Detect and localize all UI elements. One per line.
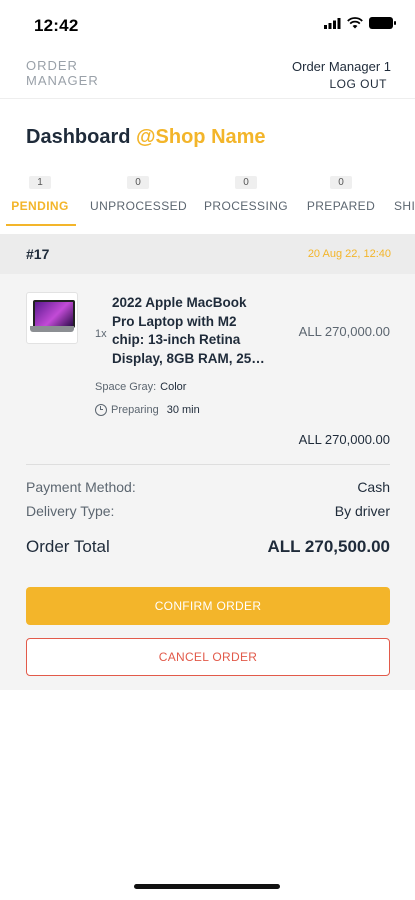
order-header: #17 20 Aug 22, 12:40	[0, 234, 415, 274]
cancel-order-button[interactable]: CANCEL ORDER	[26, 638, 390, 676]
active-tab-indicator	[6, 224, 76, 226]
line-total: ALL 270,000.00	[298, 432, 390, 447]
variant-value: Color	[160, 381, 187, 393]
page-title: Dashboard @Shop Name	[26, 126, 266, 149]
product-price: ALL 270,000.00	[298, 324, 390, 339]
app-screen: 12:42 ORDER MANAGER Order Manager 1 LOG …	[0, 0, 415, 900]
item-quantity: 1x	[95, 328, 107, 340]
order-card: #17 20 Aug 22, 12:40 1x 2022 Apple MacBo…	[0, 234, 415, 690]
preparation-time: Preparing 30 min	[95, 404, 200, 416]
status-time: 12:42	[34, 16, 79, 35]
tab-shipped[interactable]: 0 SHI	[394, 172, 415, 213]
product-image	[26, 292, 78, 344]
tab-label: PREPARED	[306, 199, 376, 213]
delivery-type-row: Delivery Type: By driver	[26, 503, 390, 519]
signal-icon	[324, 17, 341, 29]
product-variant: Space Gray: Color	[95, 381, 186, 393]
battery-icon	[369, 17, 396, 29]
payment-method-label: Payment Method:	[26, 479, 136, 495]
prep-value: 30 min	[166, 404, 200, 416]
tab-processing[interactable]: 0 PROCESSING	[203, 172, 289, 213]
tab-count: 1	[29, 176, 51, 189]
wifi-icon	[347, 17, 363, 29]
laptop-image	[33, 300, 75, 328]
confirm-order-button[interactable]: CONFIRM ORDER	[26, 587, 390, 625]
delivery-type-value: By driver	[334, 503, 390, 519]
order-total-row: Order Total ALL 270,500.00	[26, 537, 390, 557]
tab-label: PENDING	[11, 199, 69, 213]
tab-pending[interactable]: 1 PENDING	[10, 172, 70, 213]
prep-label: Preparing	[111, 404, 159, 416]
home-indicator[interactable]	[134, 884, 280, 889]
brand-logo: ORDER MANAGER	[26, 58, 99, 88]
status-bar: 12:42	[0, 0, 415, 48]
app-header: ORDER MANAGER Order Manager 1 LOG OUT	[0, 48, 415, 99]
tab-label: PROCESSING	[203, 199, 288, 213]
manager-name: Order Manager 1	[292, 59, 391, 74]
shop-name: @Shop Name	[136, 126, 266, 148]
order-date: 20 Aug 22, 12:40	[307, 248, 391, 260]
tab-label: SHI	[394, 199, 415, 213]
payment-method-row: Payment Method: Cash	[26, 479, 390, 495]
status-tabs: 1 PENDING 0 UNPROCESSED 0 PROCESSING 0 P…	[0, 172, 415, 228]
product-name: 2022 Apple MacBook Pro Laptop with M2 ch…	[112, 295, 265, 366]
tab-count: 0	[127, 176, 149, 189]
status-icons	[324, 17, 396, 29]
logout-button[interactable]: LOG OUT	[329, 77, 387, 91]
clock-icon	[95, 404, 107, 416]
tab-count: 0	[330, 176, 352, 189]
tab-count: 0	[235, 176, 257, 189]
tab-label: UNPROCESSED	[90, 199, 188, 213]
tab-prepared[interactable]: 0 PREPARED	[306, 172, 376, 213]
laptop-base	[30, 326, 74, 332]
payment-method-value: Cash	[357, 479, 390, 495]
order-id: #17	[26, 246, 50, 262]
tab-unprocessed[interactable]: 0 UNPROCESSED	[90, 172, 188, 213]
divider	[26, 464, 390, 465]
page-title-text: Dashboard	[26, 126, 131, 148]
delivery-type-label: Delivery Type:	[26, 503, 115, 519]
variant-label: Space Gray:	[95, 381, 157, 393]
order-total-label: Order Total	[26, 537, 110, 556]
order-total-value: ALL 270,500.00	[267, 537, 390, 556]
